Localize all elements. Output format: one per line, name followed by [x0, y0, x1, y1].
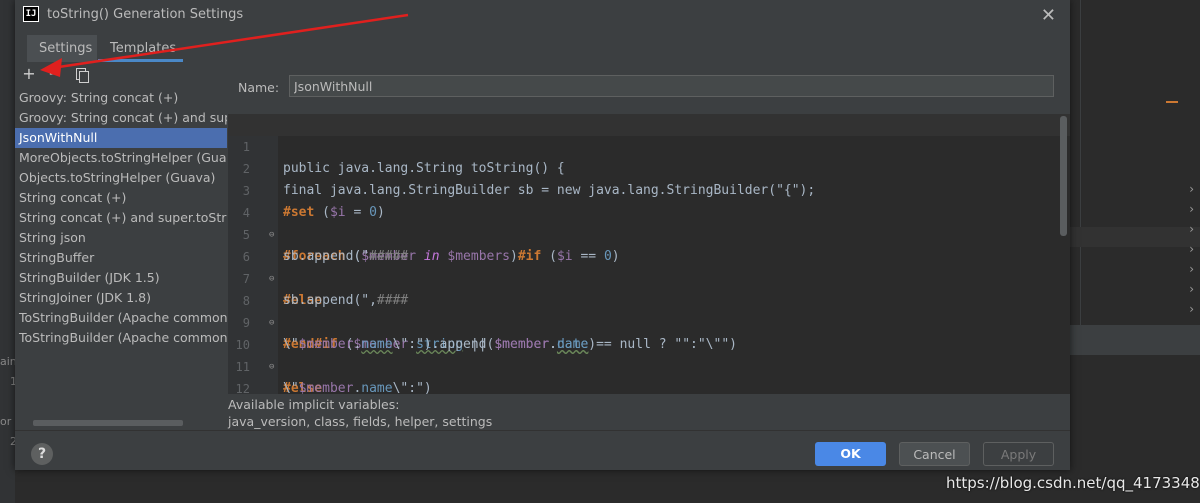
code-line: 13 #if ($member.primitiveArray || $membe…	[228, 378, 1070, 394]
list-item[interactable]: Groovy: String concat (+) and super.toSt…	[15, 108, 227, 128]
background-ide-bottom	[15, 470, 1070, 503]
implicit-variables-info: Available implicit variables: java_versi…	[228, 396, 492, 430]
chevron-right-icon: ›	[1189, 182, 1194, 196]
cancel-button[interactable]: Cancel	[899, 442, 970, 466]
list-item[interactable]: Objects.toStringHelper (Guava)	[15, 168, 227, 188]
list-item[interactable]: String concat (+) and super.toString()	[15, 208, 227, 228]
chevron-right-icon: ›	[1189, 242, 1194, 256]
list-item[interactable]: StringBuffer	[15, 248, 227, 268]
code-line: 9 \"$member.name\":").append($member.nam…	[242, 316, 737, 352]
close-icon[interactable]: ✕	[1041, 5, 1056, 26]
code-line: 8 ⊖ #end#if ($member.string || $member.d…	[242, 294, 597, 352]
dialog-footer: ? OK Cancel Apply	[15, 430, 1070, 471]
intellij-app-icon: IJ	[23, 6, 39, 22]
list-item[interactable]: StringJoiner (JDK 1.8)	[15, 288, 227, 308]
chevron-right-icon: ›	[1189, 282, 1194, 296]
list-item[interactable]: ToStringBuilder (Apache commons-lang)	[15, 308, 227, 328]
code-line: 12 ⊖ #end	[235, 382, 250, 394]
background-ide-left: ain, 1 or 2	[0, 0, 20, 503]
code-line: 10 ⊖ #else	[235, 338, 323, 394]
chevron-right-icon: ›	[1189, 302, 1194, 316]
apply-button[interactable]: Apply	[983, 442, 1054, 466]
template-toolbar: + −	[15, 64, 227, 86]
add-template-button[interactable]: +	[20, 64, 38, 84]
watermark: https://blog.csdn.net/qq_41733481	[946, 474, 1200, 492]
dialog-title: toString() Generation Settings	[47, 7, 244, 22]
implicit-variables-list: java_version, class, fields, helper, set…	[228, 414, 493, 429]
list-item[interactable]: String json	[15, 228, 227, 248]
implicit-variables-heading: Available implicit variables:	[228, 397, 400, 412]
chevron-right-icon: ›	[1189, 222, 1194, 236]
code-vertical-scrollbar[interactable]	[1060, 116, 1067, 236]
code-line: 7 sb.append(",####	[242, 272, 409, 308]
code-line: 2 final java.lang.StringBuilder sb = new…	[242, 162, 816, 198]
remove-template-button[interactable]: −	[46, 64, 64, 84]
tab-settings[interactable]: Settings	[27, 35, 97, 62]
code-line: 5 sb.append("#####	[242, 228, 409, 264]
tostring-settings-dialog: IJ toString() Generation Settings ✕ Sett…	[15, 0, 1070, 470]
list-item[interactable]: JsonWithNull	[15, 128, 227, 148]
list-item[interactable]: ToStringBuilder (Apache commons-lang 3)	[15, 328, 227, 348]
template-name-input[interactable]	[289, 75, 1054, 97]
title-bar: IJ toString() Generation Settings ✕	[15, 0, 1070, 32]
list-item[interactable]: Groovy: String concat (+)	[15, 88, 227, 108]
code-line: 3 #set ($i = 0)	[242, 184, 385, 220]
template-list: Groovy: String concat (+) Groovy: String…	[15, 88, 227, 418]
template-editor-panel: Name: 1 public java.lang.String toString…	[228, 64, 1070, 394]
code-line: 4 ⊖ #foreach ($member in $members)#if ($…	[242, 206, 620, 264]
name-label: Name:	[238, 80, 280, 95]
help-button[interactable]: ?	[31, 443, 53, 465]
code-line: 6 ⊖ #else	[242, 250, 323, 308]
code-line: 11 \"$member.name\":")	[235, 360, 432, 394]
ok-button[interactable]: OK	[815, 442, 886, 466]
code-line: 1 public java.lang.String toString() {	[228, 114, 1070, 176]
copy-template-button[interactable]	[72, 64, 90, 84]
list-horizontal-scrollbar[interactable]	[33, 420, 183, 426]
list-item[interactable]: MoreObjects.toStringHelper (Guava 18+)	[15, 148, 227, 168]
list-item[interactable]: StringBuilder (JDK 1.5)	[15, 268, 227, 288]
chevron-right-icon: ›	[1189, 262, 1194, 276]
tab-templates[interactable]: Templates	[98, 35, 183, 62]
list-item[interactable]: String concat (+)	[15, 188, 227, 208]
chevron-right-icon: ›	[1189, 202, 1194, 216]
template-code-editor[interactable]: 1 public java.lang.String toString() { 2…	[228, 114, 1070, 394]
background-ide-right: › › › › › › ›	[1070, 0, 1200, 503]
